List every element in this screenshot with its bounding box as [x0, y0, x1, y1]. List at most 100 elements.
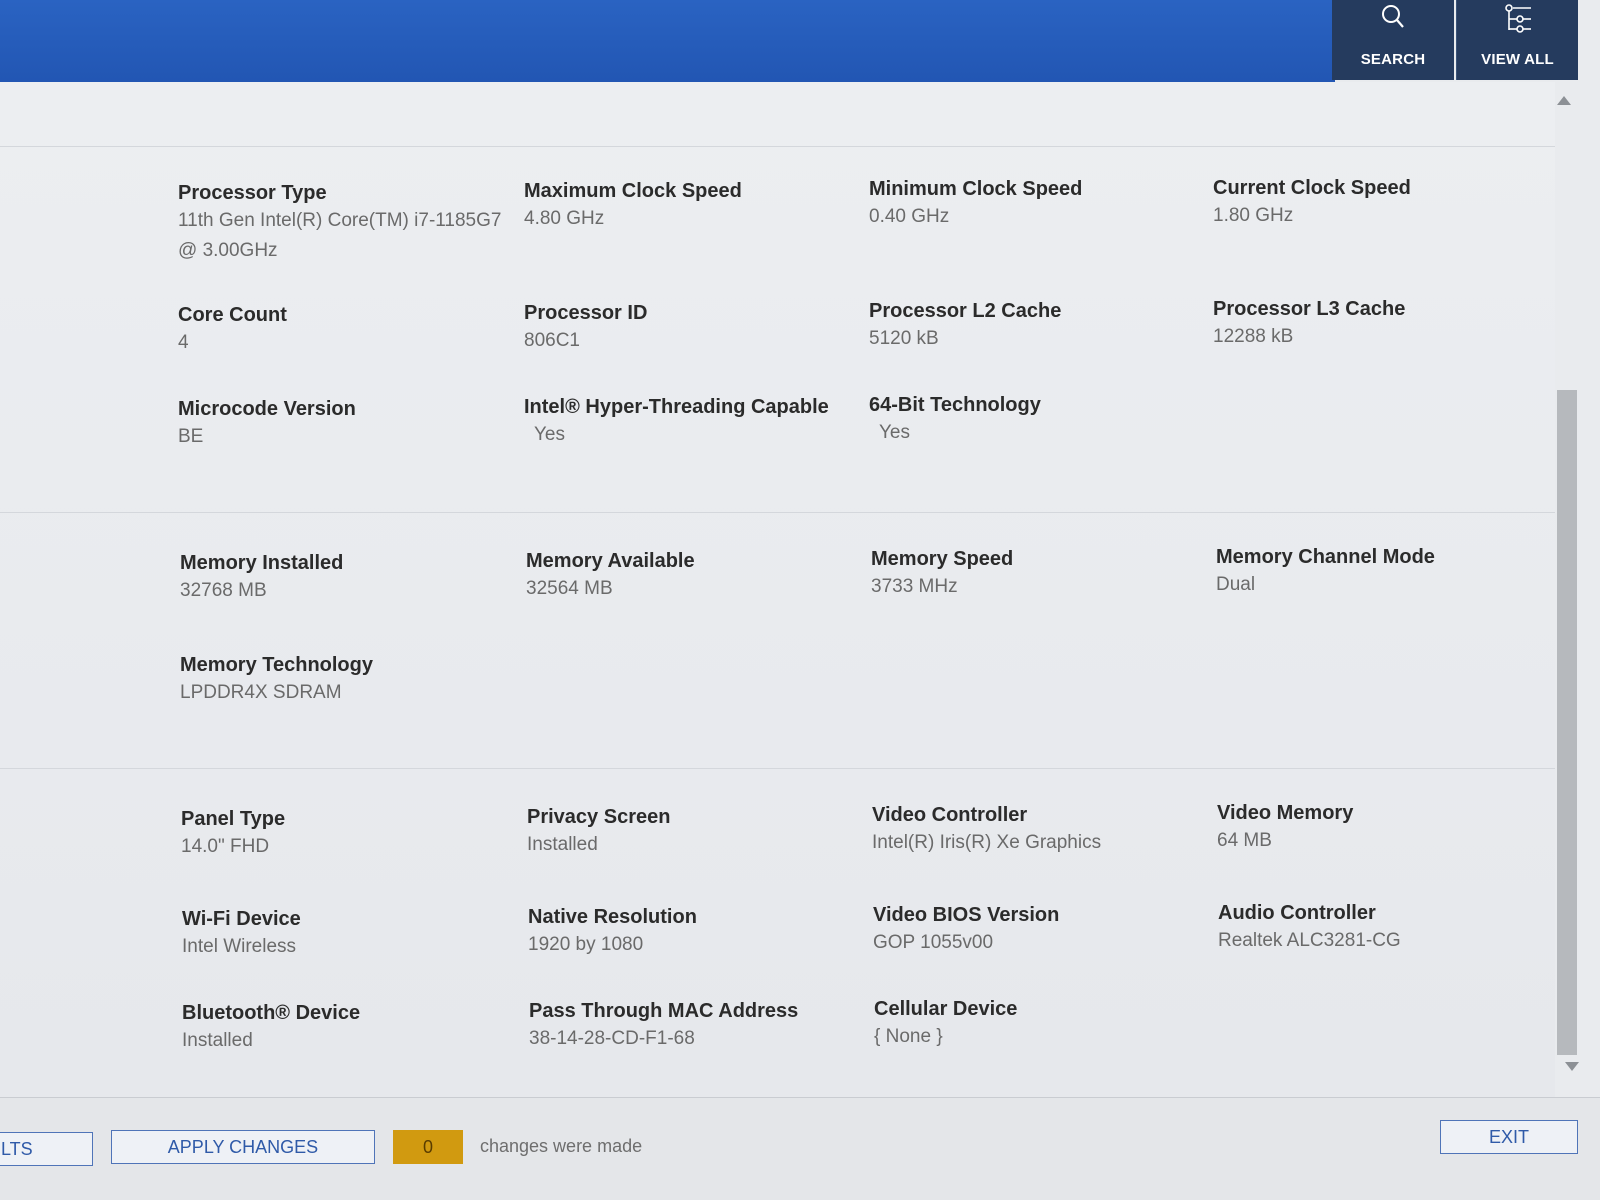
min-clock-field: Minimum Clock Speed 0.40 GHz — [869, 176, 1209, 232]
processor-id-field: Processor ID 806C1 — [524, 300, 864, 356]
field-value: 14.0" FHD — [181, 836, 270, 857]
l2-cache-field: Processor L2 Cache 5120 kB — [869, 298, 1209, 354]
field-value: Installed — [182, 1030, 253, 1051]
field-value: 32564 MB — [526, 578, 613, 599]
field-value: 64 MB — [1217, 830, 1272, 851]
field-value: 806C1 — [524, 330, 580, 351]
field-label: Minimum Clock Speed — [869, 178, 1083, 200]
field-value: @ 3.00GHz — [178, 240, 278, 261]
field-value: Yes — [534, 424, 565, 445]
scroll-down-arrow-icon[interactable] — [1565, 1062, 1579, 1071]
field-value: 4.80 GHz — [524, 208, 605, 229]
memory-available-field: Memory Available 32564 MB — [526, 548, 866, 604]
video-bios-field: Video BIOS Version GOP 1055v00 — [873, 902, 1213, 958]
field-label: Wi-Fi Device — [182, 908, 301, 930]
current-clock-field: Current Clock Speed 1.80 GHz — [1213, 175, 1553, 231]
panel-type-field: Panel Type 14.0" FHD — [181, 806, 521, 862]
header-bar — [0, 0, 1335, 82]
field-value: 32768 MB — [180, 580, 267, 601]
memory-channel-field: Memory Channel Mode Dual — [1216, 544, 1556, 600]
changes-count-badge: 0 — [393, 1130, 463, 1164]
field-label: 64-Bit Technology — [869, 394, 1041, 416]
section-divider — [0, 512, 1555, 513]
memory-technology-field: Memory Technology LPDDR4X SDRAM — [180, 652, 520, 708]
l3-cache-field: Processor L3 Cache 12288 kB — [1213, 296, 1553, 352]
section-divider — [0, 146, 1555, 147]
field-label: Maximum Clock Speed — [524, 180, 742, 202]
wifi-device-field: Wi-Fi Device Intel Wireless — [182, 906, 522, 962]
mac-address-field: Pass Through MAC Address 38-14-28-CD-F1-… — [529, 998, 869, 1054]
field-label: Memory Speed — [871, 548, 1014, 570]
privacy-screen-field: Privacy Screen Installed — [527, 804, 867, 860]
exit-button[interactable]: EXIT — [1440, 1120, 1578, 1154]
field-value: GOP 1055v00 — [873, 932, 994, 953]
field-label: Memory Technology — [180, 654, 373, 676]
field-value: Dual — [1216, 574, 1256, 595]
field-label: Panel Type — [181, 808, 286, 830]
field-value: Intel(R) Iris(R) Xe Graphics — [872, 832, 1102, 853]
max-clock-field: Maximum Clock Speed 4.80 GHz — [524, 178, 864, 234]
field-label: Video Memory — [1217, 802, 1354, 824]
changes-status-text: changes were made — [480, 1136, 643, 1156]
apply-changes-button[interactable]: APPLY CHANGES — [111, 1130, 375, 1164]
field-label: Processor ID — [524, 302, 648, 324]
field-label: Microcode Version — [178, 398, 356, 420]
field-value: Installed — [527, 834, 598, 855]
scroll-up-arrow-icon[interactable] — [1557, 96, 1571, 105]
field-label: Processor L3 Cache — [1213, 298, 1406, 320]
field-label: Processor L2 Cache — [869, 300, 1062, 322]
field-value: Yes — [879, 422, 910, 443]
core-count-field: Core Count 4 — [178, 302, 518, 358]
field-value: BE — [178, 426, 204, 447]
field-value: 1.80 GHz — [1213, 205, 1294, 226]
64bit-field: 64-Bit Technology Yes — [869, 392, 1209, 448]
field-label: Cellular Device — [874, 998, 1018, 1020]
field-value: 5120 kB — [869, 328, 939, 349]
memory-speed-field: Memory Speed 3733 MHz — [871, 546, 1211, 602]
search-button[interactable]: SEARCH — [1332, 0, 1454, 80]
field-label: Current Clock Speed — [1213, 177, 1411, 199]
field-value: 1920 by 1080 — [528, 934, 644, 955]
search-icon — [1380, 2, 1406, 37]
field-label: Pass Through MAC Address — [529, 1000, 799, 1022]
field-value: Intel Wireless — [182, 936, 297, 957]
memory-installed-field: Memory Installed 32768 MB — [180, 550, 520, 606]
field-value: 38-14-28-CD-F1-68 — [529, 1028, 695, 1049]
bluetooth-device-field: Bluetooth® Device Installed — [182, 1000, 522, 1056]
field-label: Native Resolution — [528, 906, 697, 928]
hyperthreading-field: Intel® Hyper-Threading Capable Yes — [524, 394, 864, 450]
audio-controller-field: Audio Controller Realtek ALC3281-CG — [1218, 900, 1558, 956]
field-label: Core Count — [178, 304, 287, 326]
field-label: Video BIOS Version — [873, 904, 1060, 926]
restore-defaults-button[interactable]: LTS — [0, 1132, 93, 1166]
field-value: { None } — [874, 1026, 943, 1047]
field-label: Memory Installed — [180, 552, 344, 574]
field-value: 11th Gen Intel(R) Core(TM) i7-1185G7 — [178, 210, 502, 231]
filter-list-icon — [1501, 2, 1535, 41]
field-label: Memory Channel Mode — [1216, 546, 1435, 568]
microcode-field: Microcode Version BE — [178, 396, 518, 452]
field-label: Processor Type — [178, 182, 327, 204]
field-value: 0.40 GHz — [869, 206, 950, 227]
field-label: Video Controller — [872, 804, 1028, 826]
field-label: Audio Controller — [1218, 902, 1376, 924]
video-memory-field: Video Memory 64 MB — [1217, 800, 1557, 856]
view-all-label: VIEW ALL — [1481, 51, 1554, 68]
field-label: Memory Available — [526, 550, 695, 572]
view-all-button[interactable]: VIEW ALL — [1456, 0, 1578, 80]
search-label: SEARCH — [1360, 51, 1426, 68]
field-label: Intel® Hyper-Threading Capable — [524, 396, 829, 418]
field-value: LPDDR4X SDRAM — [180, 682, 342, 703]
section-divider — [0, 768, 1555, 769]
field-value: 3733 MHz — [871, 576, 958, 597]
processor-type-field: Processor Type 11th Gen Intel(R) Core(TM… — [178, 180, 523, 266]
field-label: Privacy Screen — [527, 806, 671, 828]
native-resolution-field: Native Resolution 1920 by 1080 — [528, 904, 868, 960]
video-controller-field: Video Controller Intel(R) Iris(R) Xe Gra… — [872, 802, 1212, 858]
cellular-device-field: Cellular Device { None } — [874, 996, 1214, 1052]
field-label: Bluetooth® Device — [182, 1002, 361, 1024]
scrollbar-thumb[interactable] — [1557, 390, 1577, 1055]
field-value: 12288 kB — [1213, 326, 1294, 347]
field-value: 4 — [178, 332, 189, 353]
field-value: Realtek ALC3281-CG — [1218, 930, 1401, 951]
